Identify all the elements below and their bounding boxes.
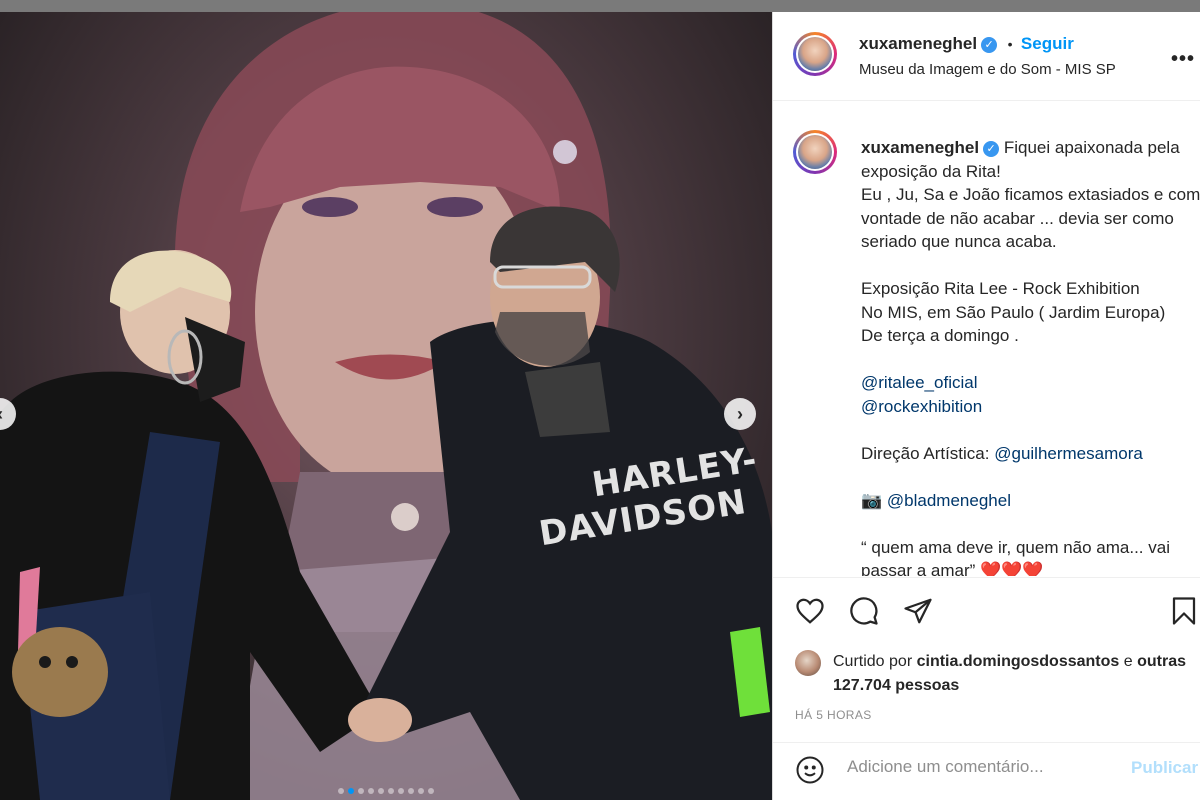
mention-rockexhibition[interactable]: @rockexhibition [861, 397, 982, 416]
caption-text-3: Exposição Rita Lee - Rock Exhibition [861, 279, 1140, 298]
carousel-dot [388, 788, 394, 794]
caption-text-2: Eu , Ju, Sa e João ficamos extasiados e … [861, 185, 1200, 251]
caption-text-5: De terça a domingo . [861, 326, 1019, 345]
man-bandana [525, 362, 610, 437]
caption-line-1: xuxameneghel ✓ Fiquei apaixonada pela exp… [861, 136, 1200, 183]
post-actions-bar [773, 577, 1200, 638]
dog-eye [39, 656, 51, 668]
window-top-bar [0, 0, 1200, 12]
verified-icon: ✓ [981, 36, 998, 53]
direction-label: Direção Artística: [861, 443, 990, 463]
carousel-dot [368, 788, 374, 794]
header-separator: • [1007, 36, 1013, 52]
photo-illustration [0, 12, 772, 800]
poster-neck-sparkle [391, 503, 419, 531]
post-location[interactable]: Museu da Imagem e do Som - MIS SP [859, 61, 1116, 78]
dog-eye [66, 656, 78, 668]
comment-input[interactable] [847, 757, 1107, 777]
follow-button[interactable]: Seguir [1021, 34, 1074, 53]
verified-icon: ✓ [983, 140, 1000, 157]
emoji-icon[interactable] [795, 755, 825, 785]
carousel-dot [418, 788, 424, 794]
bookmark-icon[interactable] [1169, 596, 1199, 626]
post-caption: xuxameneghel ✓ Fiquei apaixonada pela exp… [861, 136, 1200, 576]
publish-button[interactable]: Publicar [1131, 758, 1198, 778]
post-timestamp[interactable]: HÁ 5 HORAS [795, 708, 872, 722]
joined-hands [348, 698, 412, 742]
heart-icon[interactable] [795, 596, 825, 626]
author-username[interactable]: xuxameneghel [859, 34, 977, 53]
chevron-right-icon: › [737, 403, 743, 424]
share-icon[interactable] [903, 596, 933, 626]
liker-username[interactable]: cintia.domingosdossantos [917, 653, 1120, 670]
carousel-dot [408, 788, 414, 794]
carousel-dots [0, 788, 772, 794]
chevron-left-icon: ‹ [0, 404, 3, 425]
yorkie-dog [12, 627, 108, 717]
post-photo[interactable]: HARLEY- DAVIDSON ‹ › [0, 12, 772, 800]
poster-right-eye [427, 197, 483, 217]
mention-ritalee[interactable]: @ritalee_oficial [861, 373, 977, 392]
mention-guilhermesamora[interactable]: @guilhermesamora [994, 444, 1143, 463]
carousel-dot [428, 788, 434, 794]
carousel-dot [348, 788, 354, 794]
carousel-dot [338, 788, 344, 794]
caption-username[interactable]: xuxameneghel [861, 138, 979, 157]
post-details-panel: xuxameneghel ✓ • Seguir Museu da Imagem e… [772, 12, 1200, 800]
mention-bladmeneghel[interactable]: @bladmeneghel [887, 491, 1011, 510]
carousel-dot [358, 788, 364, 794]
carousel-next-button[interactable]: › [724, 398, 756, 430]
caption-quote: “ quem ama deve ir, quem não ama... vai … [861, 537, 1170, 577]
post-header: xuxameneghel ✓ • Seguir Museu da Imagem e… [773, 12, 1200, 101]
comment-icon[interactable] [849, 596, 879, 626]
author-avatar[interactable] [793, 32, 837, 76]
carousel-dot [398, 788, 404, 794]
poster-left-eye [302, 197, 358, 217]
comment-box: Publicar [773, 742, 1200, 801]
caption-author-avatar[interactable] [793, 130, 837, 174]
camera-icon: 📷 [861, 490, 883, 510]
likes-connector: e [1123, 653, 1133, 670]
caption-text-4: No MIS, em São Paulo ( Jardim Europa) [861, 302, 1166, 322]
poster-star-sparkle [553, 140, 577, 164]
likes-prefix: Curtido por [833, 653, 913, 670]
more-options-icon[interactable]: ••• [1171, 48, 1195, 71]
liker-avatar[interactable] [795, 650, 821, 676]
carousel-dot [378, 788, 384, 794]
